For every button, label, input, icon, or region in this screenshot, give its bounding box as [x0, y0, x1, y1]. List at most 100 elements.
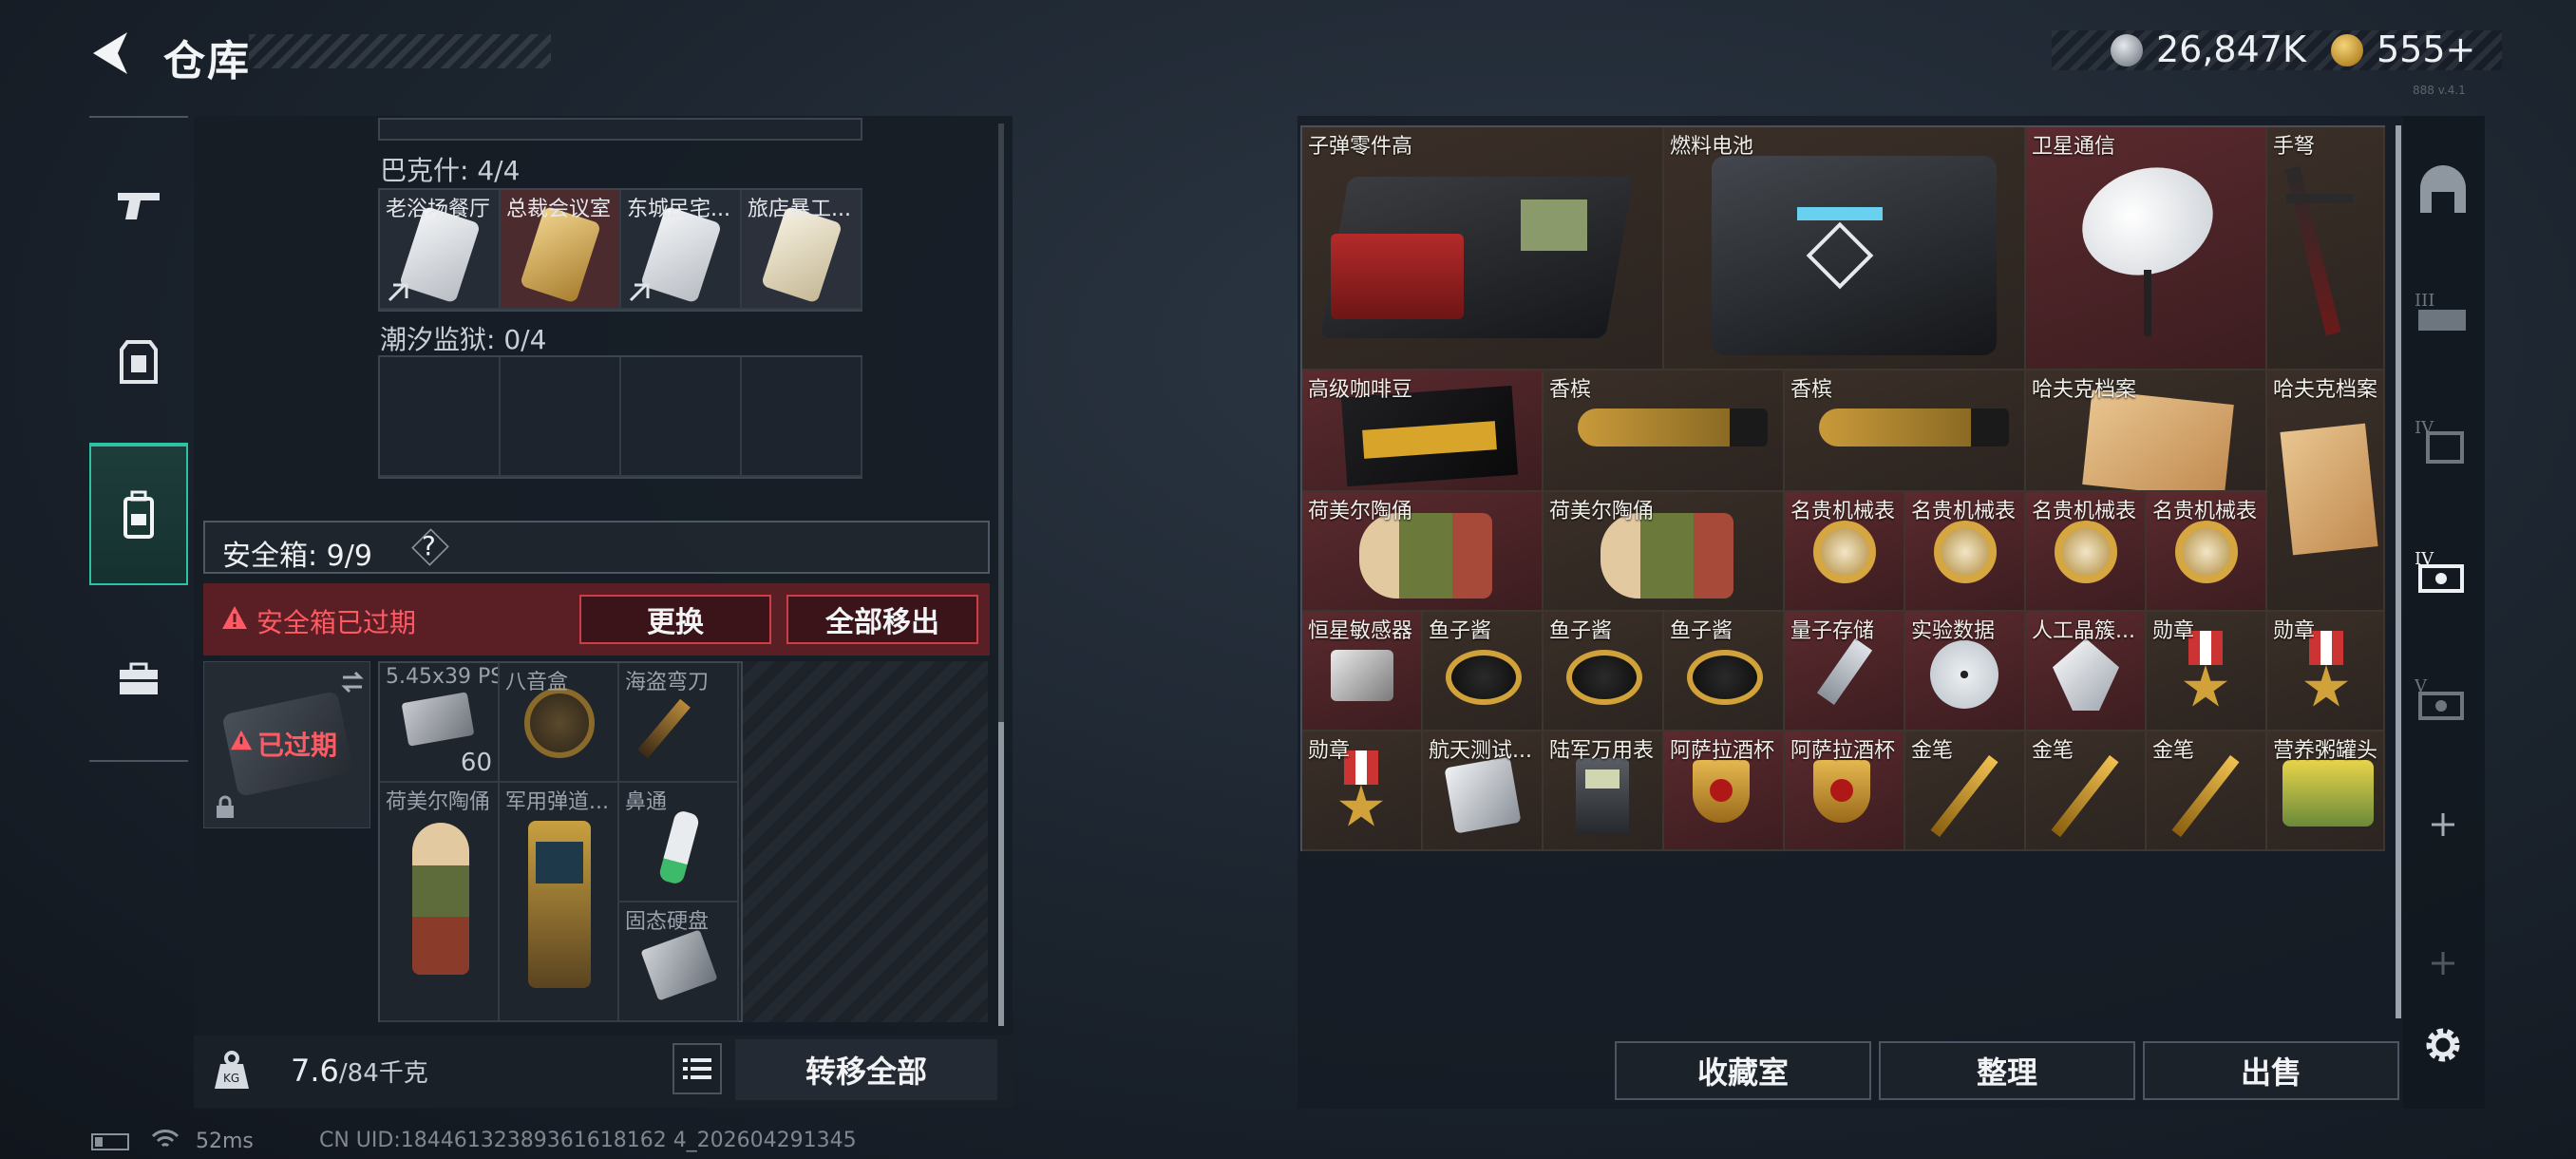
- nav-backpack-tab[interactable]: [89, 443, 188, 585]
- warehouse-item-slot[interactable]: 陆军万用表: [1544, 732, 1664, 851]
- warehouse-item-slot[interactable]: 子弹零件高: [1302, 127, 1664, 370]
- ping-value: 52ms: [196, 1130, 254, 1153]
- warehouse-item-slot[interactable]: 哈夫克档案: [2026, 370, 2267, 492]
- collection-slot[interactable]: 总裁会议室: [501, 190, 621, 310]
- collection-row-partial: [378, 118, 862, 141]
- warehouse-item-slot[interactable]: 燃料电池: [1664, 127, 2026, 370]
- safe-item-slot[interactable]: 固态硬盘: [619, 902, 739, 1022]
- weight-current: 7.6: [291, 1053, 339, 1089]
- back-arrow-icon[interactable]: [85, 27, 135, 80]
- svg-text:KG: KG: [223, 1072, 239, 1085]
- inventory-scroll-thumb[interactable]: [998, 722, 1004, 1026]
- storage-v-icon[interactable]: V: [2415, 671, 2472, 728]
- safe-box-grid: 5.45x39 PS 60 八音盒 海盗弯刀 荷美尔陶俑 军用弹道... 鼻通 …: [378, 661, 743, 1022]
- sell-button[interactable]: 出售: [2143, 1041, 2399, 1100]
- nav-armor-tab[interactable]: [89, 291, 188, 433]
- warehouse-item-slot[interactable]: 勋章: [2267, 612, 2385, 732]
- safe-item-slot[interactable]: 军用弹道...: [500, 783, 619, 1022]
- collection-slot[interactable]: 老浴场餐厅: [380, 190, 501, 310]
- warehouse-item-slot[interactable]: 卫星通信: [2026, 127, 2267, 370]
- warehouse-item-slot[interactable]: 香槟: [1785, 370, 2026, 492]
- warehouse-item-slot[interactable]: 人工晶簇...: [2026, 612, 2147, 732]
- warehouse-item-slot[interactable]: 金笔: [2026, 732, 2147, 851]
- warehouse-item-slot[interactable]: 鱼子酱: [1544, 612, 1664, 732]
- collection-slot-empty[interactable]: [380, 357, 501, 477]
- item-name: 营养粥罐头: [2273, 739, 2378, 763]
- collection-slot-empty[interactable]: [621, 357, 742, 477]
- weight-max: /84千克: [338, 1059, 428, 1088]
- item-name: 金笔: [1911, 739, 1954, 763]
- battery-image: [1664, 127, 2024, 369]
- storage-iv-icon[interactable]: IV: [2415, 412, 2472, 469]
- gold-coin-icon: [2331, 34, 2363, 66]
- warehouse-item-slot[interactable]: 鱼子酱: [1423, 612, 1544, 732]
- currency-gold-value[interactable]: 555+: [2377, 28, 2475, 70]
- bunker-icon[interactable]: [2415, 163, 2472, 220]
- warning-icon: [222, 606, 247, 629]
- storage-iv-selected-icon[interactable]: IV: [2415, 543, 2472, 600]
- warehouse-item-slot[interactable]: 实验数据: [1905, 612, 2026, 732]
- nav-weapon-tab[interactable]: [89, 133, 188, 276]
- file2-image: [2267, 370, 2383, 610]
- warehouse-item-slot[interactable]: 阿萨拉酒杯: [1664, 732, 1785, 851]
- add-icon[interactable]: [2424, 806, 2481, 863]
- warehouse-item-slot[interactable]: 勋章: [2147, 612, 2267, 732]
- storage-iii-icon[interactable]: III: [2415, 285, 2472, 342]
- collection-label-bakesh: 巴克什: 4/4: [380, 155, 521, 186]
- safe-case-slot[interactable]: 已过期: [203, 661, 370, 828]
- currency-silver-value[interactable]: 26,847K: [2156, 28, 2306, 70]
- warehouse-item-slot[interactable]: 恒星敏感器: [1302, 612, 1423, 732]
- warehouse-item-slot[interactable]: 高级咖啡豆: [1302, 370, 1544, 492]
- warehouse-item-slot[interactable]: 量子存储: [1785, 612, 1905, 732]
- item-name: 名贵机械表: [2032, 500, 2137, 523]
- warehouse-item-slot[interactable]: 哈夫克档案: [2267, 370, 2385, 612]
- warehouse-item-slot[interactable]: 勋章: [1302, 732, 1423, 851]
- slot-label: 鼻通: [625, 790, 668, 814]
- list-view-button[interactable]: [672, 1043, 722, 1094]
- transfer-all-button[interactable]: 转移全部: [735, 1039, 997, 1100]
- warehouse-item-slot[interactable]: 荷美尔陶俑: [1544, 492, 1785, 612]
- sort-button[interactable]: 整理: [1879, 1041, 2135, 1100]
- warehouse-item-slot[interactable]: 名贵机械表: [1905, 492, 2026, 612]
- item-name: 鱼子酱: [1549, 619, 1613, 643]
- safe-item-slot[interactable]: 八音盒: [500, 663, 619, 783]
- collection-slot[interactable]: 旅店暴工...: [742, 190, 862, 310]
- warehouse-item-slot[interactable]: 鱼子酱: [1664, 612, 1785, 732]
- dish-image: [2026, 127, 2265, 369]
- warehouse-item-slot[interactable]: 香槟: [1544, 370, 1785, 492]
- safe-item-slot[interactable]: 鼻通: [619, 783, 739, 902]
- add-icon[interactable]: [2424, 944, 2481, 1001]
- replace-button[interactable]: 更换: [579, 595, 771, 644]
- swap-icon[interactable]: [339, 670, 366, 694]
- safe-item-slot[interactable]: 荷美尔陶俑: [380, 783, 500, 1022]
- safe-item-slot[interactable]: 5.45x39 PS 60: [380, 663, 500, 783]
- item-name: 金笔: [2152, 739, 2195, 763]
- slot-label: 5.45x39 PS: [386, 665, 498, 689]
- expired-warning-text: 安全箱已过期: [256, 607, 417, 638]
- version-label: 888 v.4.1: [2413, 84, 2466, 97]
- nav-toolbox-tab[interactable]: [89, 608, 188, 750]
- warehouse-item-slot[interactable]: 阿萨拉酒杯: [1785, 732, 1905, 851]
- warehouse-item-slot[interactable]: 名贵机械表: [1785, 492, 1905, 612]
- warehouse-item-slot[interactable]: 手弩: [2267, 127, 2385, 370]
- collection-room-button[interactable]: 收藏室: [1615, 1041, 1871, 1100]
- warehouse-scrollbar[interactable]: [2396, 125, 2401, 1018]
- warehouse-item-slot[interactable]: 营养粥罐头: [2267, 732, 2385, 851]
- gear-icon[interactable]: [2418, 1020, 2475, 1077]
- collection-grid-prison: [378, 355, 862, 479]
- warning-icon: [230, 730, 253, 750]
- collection-slot[interactable]: 东城民宅...: [621, 190, 742, 310]
- warehouse-item-slot[interactable]: 航天测试...: [1423, 732, 1544, 851]
- safe-item-slot[interactable]: 海盗弯刀: [619, 663, 739, 783]
- warehouse-item-slot[interactable]: 金笔: [2147, 732, 2267, 851]
- collection-slot-empty[interactable]: [501, 357, 621, 477]
- help-icon[interactable]: ?: [422, 530, 436, 561]
- warehouse-item-slot[interactable]: 名贵机械表: [2147, 492, 2267, 612]
- remove-all-button[interactable]: 全部移出: [786, 595, 978, 644]
- item-name: 人工晶簇...: [2032, 619, 2135, 643]
- wifi-icon: [151, 1129, 180, 1155]
- warehouse-item-slot[interactable]: 名贵机械表: [2026, 492, 2147, 612]
- warehouse-item-slot[interactable]: 金笔: [1905, 732, 2026, 851]
- collection-slot-empty[interactable]: [742, 357, 862, 477]
- warehouse-item-slot[interactable]: 荷美尔陶俑: [1302, 492, 1544, 612]
